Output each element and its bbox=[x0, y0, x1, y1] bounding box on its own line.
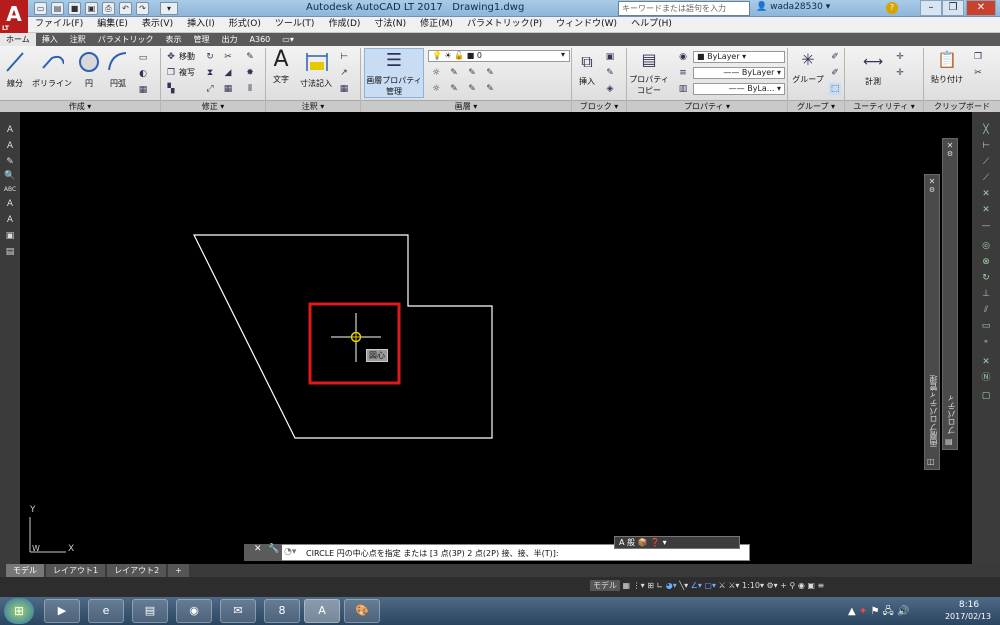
properties-palette[interactable]: ✕ ⚙ プロパティ ▤ bbox=[942, 138, 958, 450]
snap-tool-icon[interactable]: ▭ bbox=[979, 320, 993, 332]
clock-date[interactable]: 2017/02/13 bbox=[938, 612, 998, 621]
status-bar-tools: モデル ▦ ⋮▾ ⊞ ∟ ◕▾ ╲▾ ∠▾ ▢▾ ⚔ ⚔▾ 1:10▾ ⚙▾ +… bbox=[590, 580, 824, 591]
ucs-y-label: Y bbox=[30, 505, 36, 515]
flag-icon[interactable]: ⚑ bbox=[870, 606, 879, 617]
start-button[interactable]: ⊞ bbox=[4, 598, 34, 624]
autocad-taskbar-icon[interactable]: A bbox=[304, 599, 340, 623]
system-tray: ▲ ✦ ⚑ 🖧 🔊 bbox=[848, 604, 909, 621]
snap-tool-icon[interactable]: ⟋ bbox=[979, 172, 993, 184]
palette-close-icon[interactable]: ✕ bbox=[925, 177, 939, 186]
model-space-toggle[interactable]: モデル bbox=[590, 580, 620, 591]
customize-icon[interactable]: ≡ bbox=[818, 581, 825, 590]
palette-close-icon[interactable]: ✕ bbox=[943, 141, 957, 150]
isolate-icon[interactable]: ◉ bbox=[798, 581, 805, 590]
snap-tool-icon[interactable]: ⊢ bbox=[979, 140, 993, 152]
snap-tooltip: 図心 bbox=[366, 349, 388, 362]
drawing-geometry bbox=[29, 234, 493, 553]
gear-icon[interactable]: ⚙▾ bbox=[767, 581, 778, 590]
volume-icon[interactable]: 🔊 bbox=[897, 606, 909, 617]
paint-icon[interactable]: 🎨 bbox=[344, 599, 380, 623]
annotation-visibility-icon[interactable]: ⚔ bbox=[719, 581, 726, 590]
wrench-icon[interactable]: 🔧 bbox=[268, 544, 279, 554]
workspace-icon[interactable]: ⚲ bbox=[789, 581, 795, 590]
add-layout-button[interactable]: + bbox=[168, 564, 189, 577]
isodraft-icon[interactable]: ╲▾ bbox=[679, 581, 688, 590]
snap-center-icon[interactable]: ◎ bbox=[979, 240, 993, 252]
chevron-up-icon[interactable]: ▲ bbox=[741, 548, 746, 556]
tab-layout1[interactable]: レイアウト1 bbox=[46, 564, 106, 577]
acrobat-icon[interactable]: ✦ bbox=[859, 606, 867, 617]
snap-tool-icon[interactable]: ⫽ bbox=[979, 304, 993, 316]
close-icon[interactable]: ✕ bbox=[254, 544, 262, 554]
snap-tool-icon[interactable]: ✕ bbox=[979, 204, 993, 216]
internet-explorer-icon[interactable]: e bbox=[88, 599, 124, 623]
ucs-w-label: W bbox=[32, 544, 40, 553]
app-menu-button[interactable]: A LT bbox=[0, 0, 28, 33]
app-logo-sub: LT bbox=[2, 25, 9, 32]
palette-settings-icon[interactable]: ⚙ bbox=[925, 186, 939, 194]
palette-icon: ◫ bbox=[927, 457, 935, 466]
snap-tool-icon[interactable]: ╳ bbox=[979, 124, 993, 136]
app-logo-letter: A bbox=[6, 2, 22, 26]
paint-shop-pro-label: 8 bbox=[278, 604, 286, 617]
tab-model[interactable]: モデル bbox=[6, 564, 44, 577]
properties-palette-title: プロパティ bbox=[947, 394, 956, 434]
palette-icon: ▤ bbox=[945, 437, 953, 446]
chrome-icon[interactable]: ◉ bbox=[176, 599, 212, 623]
status-bar bbox=[0, 577, 1000, 597]
snap-tool-icon[interactable]: ✕ bbox=[979, 188, 993, 200]
osnap-icon[interactable]: ▢▾ bbox=[704, 581, 716, 590]
annotation-scale-label: A 般 bbox=[619, 538, 636, 547]
osnap-tracking-icon[interactable]: ∠▾ bbox=[691, 581, 702, 590]
file-explorer-icon[interactable]: ▤ bbox=[132, 599, 168, 623]
command-prompt-text: CIRCLE 円の中心点を指定 または [3 点(3P) 2 点(2P) 接、接… bbox=[306, 549, 559, 558]
network-icon[interactable]: 🖧 bbox=[883, 606, 894, 617]
command-history-icon[interactable]: ◔▾ bbox=[284, 547, 296, 557]
clock-time[interactable]: 8:16 bbox=[944, 600, 994, 610]
annotation-scale[interactable]: 1:10 bbox=[742, 581, 760, 590]
plus-icon[interactable]: + bbox=[780, 581, 787, 590]
snap-mode-icon[interactable]: ⋮▾ bbox=[633, 581, 645, 590]
grid-icon[interactable]: ▦ bbox=[623, 581, 631, 590]
annotation-scale-floating-bar[interactable]: A 般 📦 ❓ ▾ bbox=[614, 536, 740, 549]
snap-tool-icon[interactable]: ▢ bbox=[979, 390, 993, 402]
snap-tool-icon[interactable]: ✕ bbox=[979, 356, 993, 368]
highlight-box bbox=[308, 302, 401, 385]
palette-settings-icon[interactable]: ⚙ bbox=[943, 150, 957, 158]
snap-tool-icon[interactable]: ∘ bbox=[979, 336, 993, 348]
snap-tool-icon[interactable]: ⊥ bbox=[979, 288, 993, 300]
tab-layout2[interactable]: レイアウト2 bbox=[107, 564, 167, 577]
show-hidden-icon[interactable]: ▲ bbox=[848, 606, 856, 617]
snap-tool-icon[interactable]: ⊗ bbox=[979, 256, 993, 268]
snap-tool-icon[interactable]: — bbox=[979, 220, 993, 232]
ortho-icon[interactable]: ∟ bbox=[656, 581, 663, 590]
layer-properties-palette[interactable]: ✕ ⚙ 画層プロパティ管理 ◫ bbox=[924, 174, 940, 470]
auto-scale-icon[interactable]: ⚔▾ bbox=[728, 581, 739, 590]
clean-screen-icon[interactable]: ▣ bbox=[807, 581, 815, 590]
layout-tabs: モデル レイアウト1 レイアウト2 + bbox=[0, 564, 1000, 577]
ucs-x-label: X bbox=[68, 544, 75, 554]
snap-tool-icon[interactable]: ↻ bbox=[979, 272, 993, 284]
snap-tool-icon[interactable]: ⟋ bbox=[979, 156, 993, 168]
polar-icon[interactable]: ◕▾ bbox=[666, 581, 677, 590]
snap-tool-icon[interactable]: Ⓝ bbox=[979, 372, 993, 384]
infer-icon[interactable]: ⊞ bbox=[647, 581, 654, 590]
media-player-icon[interactable]: ▶ bbox=[44, 599, 80, 623]
paint-shop-pro-icon[interactable]: 8 bbox=[264, 599, 300, 623]
mail-icon[interactable]: ✉ bbox=[220, 599, 256, 623]
layer-properties-palette-title: 画層プロパティ管理 bbox=[929, 375, 938, 447]
command-line-controls: ✕ 🔧 bbox=[244, 544, 282, 561]
